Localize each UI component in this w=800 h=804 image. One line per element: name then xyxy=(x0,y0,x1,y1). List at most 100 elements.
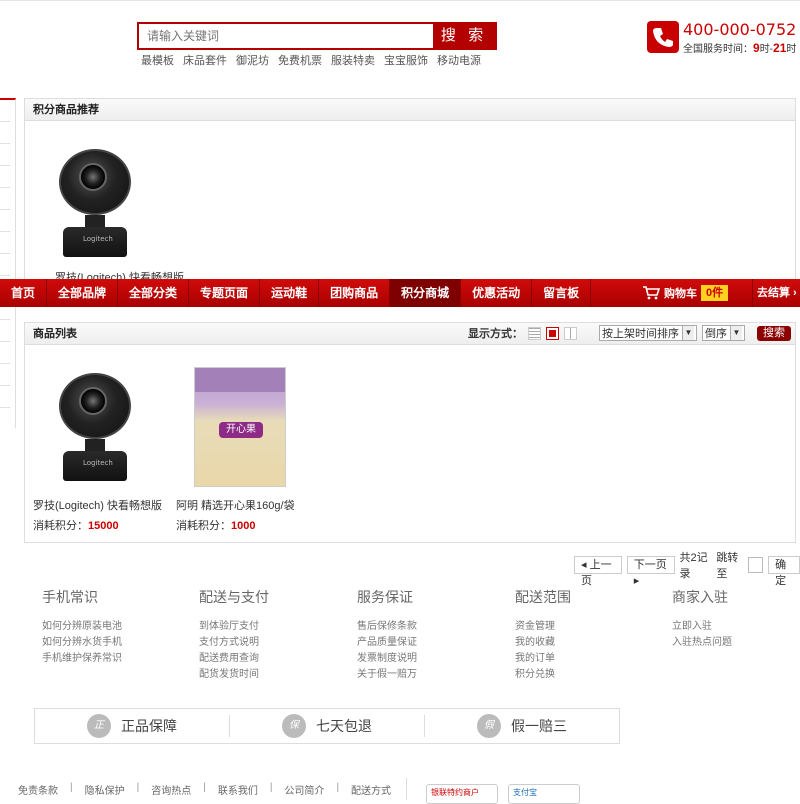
help-link[interactable]: 发票制度说明 xyxy=(357,651,417,667)
product-name[interactable]: 罗技(Logitech) 快看畅想版 xyxy=(33,497,162,513)
page-number-input[interactable] xyxy=(748,557,764,573)
footer-link[interactable]: 隐私保护 xyxy=(85,782,125,797)
guarantee-item: 假 假一赔三 xyxy=(425,714,619,738)
recommend-panel: 积分商品推荐 Logitech 罗技(Logitech) 快看畅想版 xyxy=(24,98,796,285)
next-page-button[interactable]: 下一页 ▸ xyxy=(626,556,675,587)
nav-item-brands[interactable]: 全部品牌 xyxy=(47,279,119,307)
chevron-down-icon: ▼ xyxy=(730,326,742,340)
panel-title: 积分商品推荐 xyxy=(25,99,795,121)
help-column: 商家入驻 立即入驻 入驻热点问题 xyxy=(672,587,732,651)
help-link[interactable]: 产品质量保证 xyxy=(357,635,417,651)
cart-button[interactable]: 购物车 0件 xyxy=(642,279,729,307)
hotword-link[interactable]: 移动电源 xyxy=(437,52,481,68)
goto-label: 跳转至 xyxy=(716,552,739,580)
footer-link[interactable]: 免责条款 xyxy=(18,782,58,797)
footer-link[interactable]: 联系我们 xyxy=(218,782,258,797)
checkout-link[interactable]: 去结算 › xyxy=(752,279,800,307)
nav-item-categories[interactable]: 全部分类 xyxy=(118,279,190,307)
hotword-link[interactable]: 免费机票 xyxy=(278,52,322,68)
product-points: 消耗积分：1000 xyxy=(176,520,256,532)
display-mode-label: 显示方式： xyxy=(468,328,523,340)
sort-select[interactable]: 按上架时间排序 ▼ xyxy=(599,325,697,341)
product-card[interactable]: Logitech 罗技(Logitech) 快看畅想版 消耗积分：15000 xyxy=(33,367,162,533)
help-link[interactable]: 如何分辨水货手机 xyxy=(42,635,122,651)
nav-item-groupbuy[interactable]: 团购商品 xyxy=(319,279,391,307)
return-icon: 保 xyxy=(282,714,306,738)
footer-divider xyxy=(406,778,407,800)
fake-compensation-icon: 假 xyxy=(477,714,501,738)
nav-item-topics[interactable]: 专题页面 xyxy=(189,279,261,307)
hotword-link[interactable]: 服装特卖 xyxy=(331,52,375,68)
nav-item-home[interactable]: 首页 xyxy=(0,279,48,307)
help-column: 配送范围 资金管理 我的收藏 我的订单 积分兑换 xyxy=(515,587,571,683)
search-button[interactable]: 搜 索 xyxy=(433,24,495,48)
nav-item-points-mall[interactable]: 积分商城 xyxy=(390,279,462,307)
search-bar: 搜 索 xyxy=(137,22,497,50)
footer-link[interactable]: 公司简介 xyxy=(284,782,324,797)
help-title: 配送与支付 xyxy=(199,589,269,605)
help-link[interactable]: 如何分辨原装电池 xyxy=(42,619,122,635)
phone-icon xyxy=(647,21,679,53)
help-link[interactable]: 资金管理 xyxy=(515,619,571,635)
guarantee-item: 保 七天包退 xyxy=(230,714,425,738)
help-link[interactable]: 到体验厅支付 xyxy=(199,619,269,635)
help-link[interactable]: 配送费用查询 xyxy=(199,651,269,667)
help-link[interactable]: 我的收藏 xyxy=(515,635,571,651)
help-link[interactable]: 我的订单 xyxy=(515,651,571,667)
product-points: 消耗积分：15000 xyxy=(33,520,119,532)
hotword-link[interactable]: 宝宝服饰 xyxy=(384,52,428,68)
record-count: 共2记录 xyxy=(679,552,708,580)
guarantee-bar: 正 正品保障 保 七天包退 假 假一赔三 xyxy=(34,708,620,744)
help-link[interactable]: 支付方式说明 xyxy=(199,635,269,651)
hotword-link[interactable]: 床品套件 xyxy=(183,52,227,68)
chevron-down-icon: ▼ xyxy=(682,326,694,340)
footer-link[interactable]: 配送方式 xyxy=(351,782,391,797)
nav-item-sneakers[interactable]: 运动鞋 xyxy=(260,279,320,307)
category-sidebar xyxy=(0,98,16,428)
help-link[interactable]: 积分兑换 xyxy=(515,667,571,683)
product-image[interactable]: Logitech xyxy=(55,367,135,487)
help-title: 手机常识 xyxy=(42,589,98,605)
help-column: 服务保证 售后保修条款 产品质量保证 发票制度说明 关于假一赔万 xyxy=(357,587,417,683)
list-view-icon[interactable] xyxy=(528,326,541,340)
product-image[interactable]: 开心果 xyxy=(194,367,286,487)
order-select[interactable]: 倒序 ▼ xyxy=(702,325,745,341)
help-link[interactable]: 关于假一赔万 xyxy=(357,667,417,683)
search-input[interactable] xyxy=(139,24,433,48)
guarantee-item: 正 正品保障 xyxy=(35,714,230,738)
unionpay-logo: 银联特约商户 xyxy=(426,784,498,804)
nav-item-promotions[interactable]: 优惠活动 xyxy=(461,279,533,307)
product-card[interactable]: Logitech 罗技(Logitech) 快看畅想版 xyxy=(55,143,184,285)
nav-item-guestbook[interactable]: 留言板 xyxy=(532,279,592,307)
list-toolbar: 显示方式： 按上架时间排序 ▼ 倒序 ▼ 搜索 xyxy=(468,325,791,341)
text-view-icon[interactable] xyxy=(564,326,577,340)
grid-view-icon[interactable] xyxy=(546,326,559,340)
service-hours: 全国服务时间：9时-21时 xyxy=(683,41,797,55)
help-title: 配送范围 xyxy=(515,589,571,605)
product-card[interactable]: 开心果 阿明 精选开心果160g/袋 消耗积分：1000 xyxy=(176,367,295,533)
hotword-link[interactable]: 御泥坊 xyxy=(236,52,269,68)
help-link[interactable]: 配货发货时间 xyxy=(199,667,269,683)
cart-icon xyxy=(643,286,660,300)
product-image[interactable]: Logitech xyxy=(55,143,135,263)
help-link[interactable]: 手机维护保养常识 xyxy=(42,651,122,667)
goto-confirm-button[interactable]: 确定 xyxy=(768,556,800,587)
main-nav: 首页 全部品牌 全部分类 专题页面 运动鞋 团购商品 积分商城 优惠活动 留言板… xyxy=(0,279,800,307)
hotline-number: 400-000-0752 xyxy=(683,20,797,39)
help-link[interactable]: 入驻热点问题 xyxy=(672,635,732,651)
alipay-logo: 支付宝 xyxy=(508,784,580,804)
footer-link[interactable]: 咨询热点 xyxy=(151,782,191,797)
help-column: 配送与支付 到体验厅支付 支付方式说明 配送费用查询 配货发货时间 xyxy=(199,587,269,683)
help-link[interactable]: 售后保修条款 xyxy=(357,619,417,635)
help-title: 商家入驻 xyxy=(672,589,728,605)
product-name[interactable]: 阿明 精选开心果160g/袋 xyxy=(176,497,295,513)
top-border xyxy=(0,0,800,4)
hotword-link[interactable]: 最模板 xyxy=(141,52,174,68)
genuine-icon: 正 xyxy=(87,714,111,738)
product-list-panel: 商品列表 显示方式： 按上架时间排序 ▼ 倒序 ▼ 搜索 Logitech 罗技(L… xyxy=(24,322,796,543)
hot-keywords: 最模板 床品套件 御泥坊 免费机票 服装特卖 宝宝服饰 移动电源 xyxy=(141,52,481,68)
help-link[interactable]: 立即入驻 xyxy=(672,619,732,635)
pagination: ◂ 上一页 下一页 ▸ 共2记录 跳转至 确定 xyxy=(574,549,800,587)
filter-search-button[interactable]: 搜索 xyxy=(757,325,791,341)
prev-page-button[interactable]: ◂ 上一页 xyxy=(574,556,622,587)
